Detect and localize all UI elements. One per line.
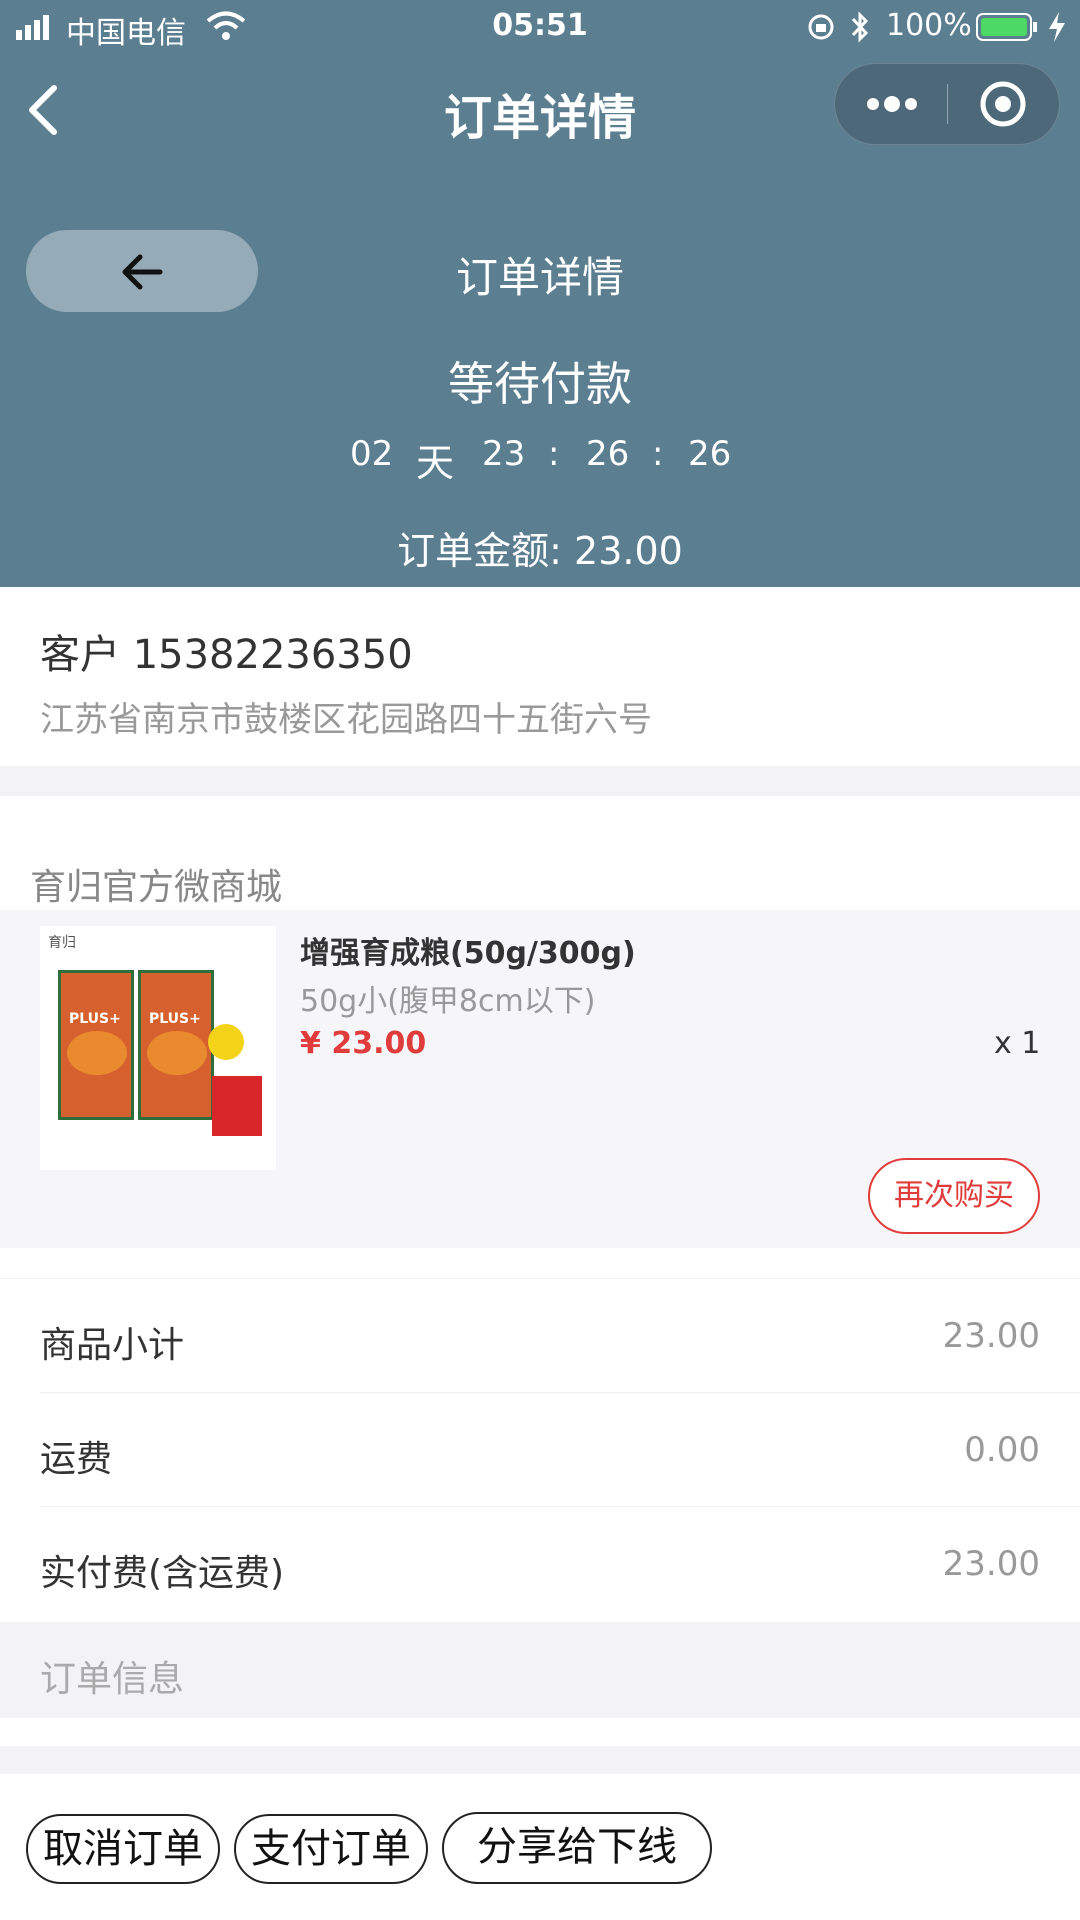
customer-address: 江苏省南京市鼓楼区花园路四十五街六号 bbox=[40, 700, 652, 740]
product-quantity: x 1 bbox=[994, 1026, 1041, 1061]
summary-row-total: 实付费(含运费) 23.00 bbox=[0, 1506, 1080, 1620]
product-variant: 50g小(腹甲8cm以下) bbox=[300, 984, 596, 1019]
capsule-divider bbox=[947, 84, 948, 124]
battery-percent: 100% bbox=[886, 8, 972, 43]
brand-logo: 育归 bbox=[48, 935, 76, 951]
battery-icon bbox=[976, 12, 1038, 42]
countdown: 02 天 23 : 26 : 26 bbox=[340, 430, 740, 485]
summary-value: 0.00 bbox=[964, 1430, 1040, 1470]
order-info-section: 订单信息 bbox=[0, 1622, 1080, 1718]
countdown-seconds: 26 bbox=[688, 434, 732, 474]
order-header: 中国电信 05:51 100% 订单详情 订单详情 等待付款 02 天 23:… bbox=[0, 0, 1080, 587]
summary-label: 实付费(含运费) bbox=[40, 1553, 285, 1594]
store-name: 育归官方微商城 bbox=[30, 867, 283, 908]
summary-label: 商品小计 bbox=[40, 1325, 185, 1366]
mini-program-capsule bbox=[834, 63, 1060, 145]
summary-row-shipping: 运费 0.00 bbox=[0, 1392, 1080, 1506]
section-divider bbox=[0, 766, 1080, 796]
product-sticker bbox=[208, 1024, 244, 1060]
customer-name-phone: 客户 15382236350 bbox=[40, 632, 413, 678]
product-box-1: PLUS+ bbox=[58, 970, 134, 1120]
share-button[interactable]: 分享给下线 bbox=[442, 1812, 712, 1884]
summary-value: 23.00 bbox=[942, 1544, 1040, 1584]
bluetooth-icon bbox=[850, 10, 870, 44]
product-badge-1: PLUS+ bbox=[69, 1011, 121, 1027]
summary-row-subtotal: 商品小计 23.00 bbox=[0, 1278, 1080, 1392]
charging-icon bbox=[1046, 10, 1068, 44]
countdown-sep-2: : bbox=[652, 434, 664, 474]
summary-label: 运费 bbox=[40, 1439, 113, 1480]
countdown-minutes: 26 bbox=[586, 434, 630, 474]
product-price: ¥ 23.00 bbox=[300, 1026, 427, 1061]
countdown-sep-1: : bbox=[548, 434, 560, 474]
order-status: 等待付款 bbox=[448, 357, 632, 411]
countdown-hours: 23 bbox=[482, 434, 526, 474]
countdown-days: 02 bbox=[350, 434, 394, 474]
more-icon[interactable] bbox=[865, 86, 919, 122]
rebuy-button[interactable]: 再次购买 bbox=[868, 1158, 1040, 1234]
product-badge-2: PLUS+ bbox=[149, 1011, 201, 1027]
product-card[interactable]: 育归 PLUS+ PLUS+ 增强育成粮(50g/300g) 50g小(腹甲8c… bbox=[0, 910, 1080, 1248]
order-info-title: 订单信息 bbox=[40, 1659, 185, 1700]
close-target-icon[interactable] bbox=[979, 80, 1027, 128]
page-title: 订单详情 bbox=[455, 253, 624, 302]
pay-order-button[interactable]: 支付订单 bbox=[234, 1814, 428, 1884]
product-name: 增强育成粮(50g/300g) bbox=[300, 936, 636, 971]
product-small-box bbox=[212, 1076, 262, 1136]
order-amount: 订单金额: 23.00 bbox=[397, 529, 683, 573]
summary-value: 23.00 bbox=[942, 1316, 1040, 1356]
cancel-order-button[interactable]: 取消订单 bbox=[26, 1814, 220, 1884]
countdown-day-unit: 天 bbox=[416, 441, 455, 485]
section-divider bbox=[0, 1746, 1080, 1774]
product-image: 育归 PLUS+ PLUS+ bbox=[40, 926, 276, 1170]
rotation-lock-icon bbox=[806, 12, 836, 42]
product-box-2: PLUS+ bbox=[138, 970, 214, 1120]
